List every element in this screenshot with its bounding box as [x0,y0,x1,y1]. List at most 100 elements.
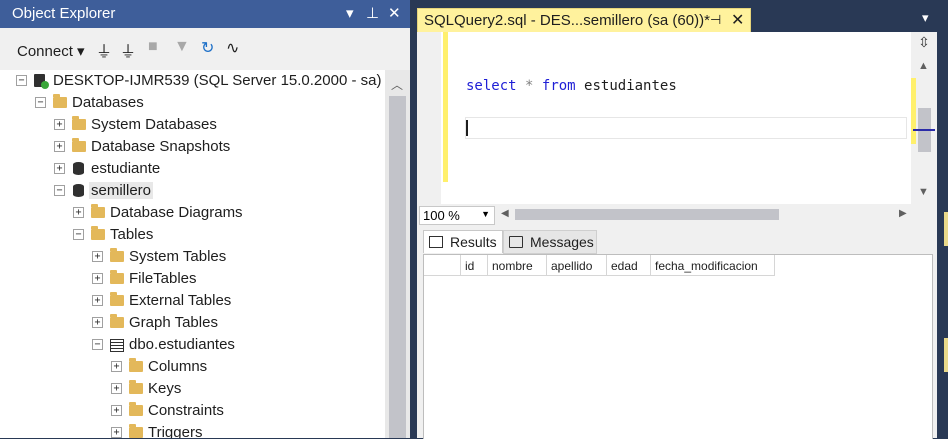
tree-node-database-snapshots[interactable]: + Database Snapshots [0,136,385,158]
column-header[interactable]: fecha_modificacion [651,255,775,276]
expand-icon[interactable]: + [54,163,65,174]
connect-object-icon[interactable]: ⏚ [96,38,112,62]
folder-icon [91,204,105,218]
expand-icon[interactable]: + [111,361,122,372]
tree-vertical-scrollbar[interactable]: ︿ [385,70,410,438]
tree-node-server[interactable]: − DESKTOP-IJMR539 (SQL Server 15.0.2000 … [0,70,385,92]
tab-query-document[interactable]: SQLQuery2.sql - DES...semillero (sa (60)… [417,8,751,34]
scroll-left-icon[interactable]: ◀ [501,208,509,219]
row-header-corner[interactable] [424,255,461,276]
pin-tab-icon[interactable]: ⊣ [710,12,721,28]
column-header[interactable]: id [461,255,488,276]
expand-icon[interactable]: + [92,295,103,306]
keyword: from [541,78,576,94]
change-marker [443,32,448,182]
tree-node-label: dbo.estudiantes [129,336,235,353]
expand-icon[interactable]: + [92,251,103,262]
scroll-up-icon[interactable]: ︿ [391,76,403,93]
tab-results[interactable]: Results [423,230,503,253]
tree-node-filetables[interactable]: + FileTables [0,268,385,290]
scrollbar-thumb[interactable] [389,96,406,438]
tab-label: Results [450,234,497,250]
folder-icon [72,116,86,130]
tree-node-database-diagrams[interactable]: + Database Diagrams [0,202,385,224]
collapse-icon[interactable]: − [35,97,46,108]
column-header[interactable]: nombre [488,255,547,276]
split-window-icon[interactable]: ⇳ [915,34,933,52]
folder-icon [110,270,124,284]
connect-dropdown-button[interactable]: Connect ▾ [17,42,85,60]
tree-node-dbo-estudiantes[interactable]: − dbo.estudiantes [0,334,385,356]
tree-node-estudiante[interactable]: + estudiante [0,158,385,180]
identifier: estudiantes [584,78,677,94]
expand-icon[interactable]: + [54,119,65,130]
tree-node-tables[interactable]: − Tables [0,224,385,246]
code-line-1[interactable]: select * from estudiantes [466,78,677,94]
tree-node-label: System Databases [91,116,217,133]
expand-icon[interactable]: + [111,427,122,438]
zoom-select[interactable]: 100 % ▼ [419,206,495,225]
horizontal-scrollbar-thumb[interactable] [515,209,779,220]
collapse-icon[interactable]: − [73,229,84,240]
expand-icon[interactable]: + [111,383,122,394]
tree-node-semillero[interactable]: − semillero [0,180,385,202]
folder-icon [110,292,124,306]
pin-icon[interactable]: ⊥ [366,4,379,22]
tree-node-label: Database Diagrams [110,204,243,221]
object-explorer-toolbar: Connect ▾ ⏚ ⏚ ■ ▼ ↻ ∿ [0,28,410,71]
folder-icon [72,138,86,152]
editor-vertical-scrollbar[interactable]: ⇳ ▲ ▼ [911,32,937,204]
tree-node-external-tables[interactable]: + External Tables [0,290,385,312]
collapse-icon[interactable]: − [92,339,103,350]
tree-node-label: semillero [89,182,154,199]
tree-node-columns[interactable]: + Columns [0,356,385,378]
folder-icon [129,380,143,394]
scroll-right-icon[interactable]: ▶ [899,208,907,219]
tree-node-label: Graph Tables [129,314,218,331]
results-grid[interactable]: id nombre apellido edad fecha_modificaci… [423,254,933,439]
activity-monitor-icon[interactable]: ∿ [226,38,239,58]
collapse-icon[interactable]: − [16,75,27,86]
database-icon [73,184,84,197]
object-explorer-tree: − DESKTOP-IJMR539 (SQL Server 15.0.2000 … [0,70,385,438]
tree-node-label: estudiante [91,160,161,177]
expand-icon[interactable]: + [92,273,103,284]
tree-node-system-databases[interactable]: + System Databases [0,114,385,136]
refresh-icon[interactable]: ↻ [201,38,214,58]
expand-icon[interactable]: + [73,207,84,218]
scroll-up-icon[interactable]: ▲ [918,60,929,72]
editor-bottom-bar: 100 % ▼ ◀ ▶ [417,204,937,226]
collapse-icon[interactable]: − [54,185,65,196]
tree-node-triggers[interactable]: + Triggers [0,422,385,438]
tree-node-system-tables[interactable]: + System Tables [0,246,385,268]
close-tab-icon[interactable]: ✕ [731,10,744,30]
close-icon[interactable]: ✕ [388,4,401,22]
expand-icon[interactable]: + [54,141,65,152]
filter-icon[interactable]: ▼ [174,38,190,56]
chevron-down-icon: ▼ [481,209,490,219]
editor-gutter [417,32,448,204]
tree-node-label: Triggers [148,424,203,438]
disconnect-icon[interactable]: ⏚ [120,38,136,62]
stop-icon[interactable]: ■ [148,38,158,56]
column-header[interactable]: edad [607,255,651,276]
tree-node-graph-tables[interactable]: + Graph Tables [0,312,385,334]
grid-icon [429,236,443,248]
column-header[interactable]: apellido [547,255,607,276]
tree-node-label: Constraints [148,402,224,419]
object-explorer-title: Object Explorer [12,5,116,22]
document-list-dropdown-icon[interactable]: ▾ [922,10,929,26]
window-position-dropdown-icon[interactable]: ▾ [346,4,354,22]
query-editor[interactable]: select * from estudiantes ⇳ ▲ ▼ [417,32,937,204]
tab-messages[interactable]: Messages [503,230,597,254]
scroll-down-icon[interactable]: ▼ [918,186,929,198]
folder-icon [53,94,67,108]
expand-icon[interactable]: + [92,317,103,328]
tree-node-label: External Tables [129,292,232,309]
database-icon [73,162,84,175]
change-map-marker [911,78,916,144]
tree-node-constraints[interactable]: + Constraints [0,400,385,422]
tree-node-databases[interactable]: − Databases [0,92,385,114]
tree-node-keys[interactable]: + Keys [0,378,385,400]
expand-icon[interactable]: + [111,405,122,416]
